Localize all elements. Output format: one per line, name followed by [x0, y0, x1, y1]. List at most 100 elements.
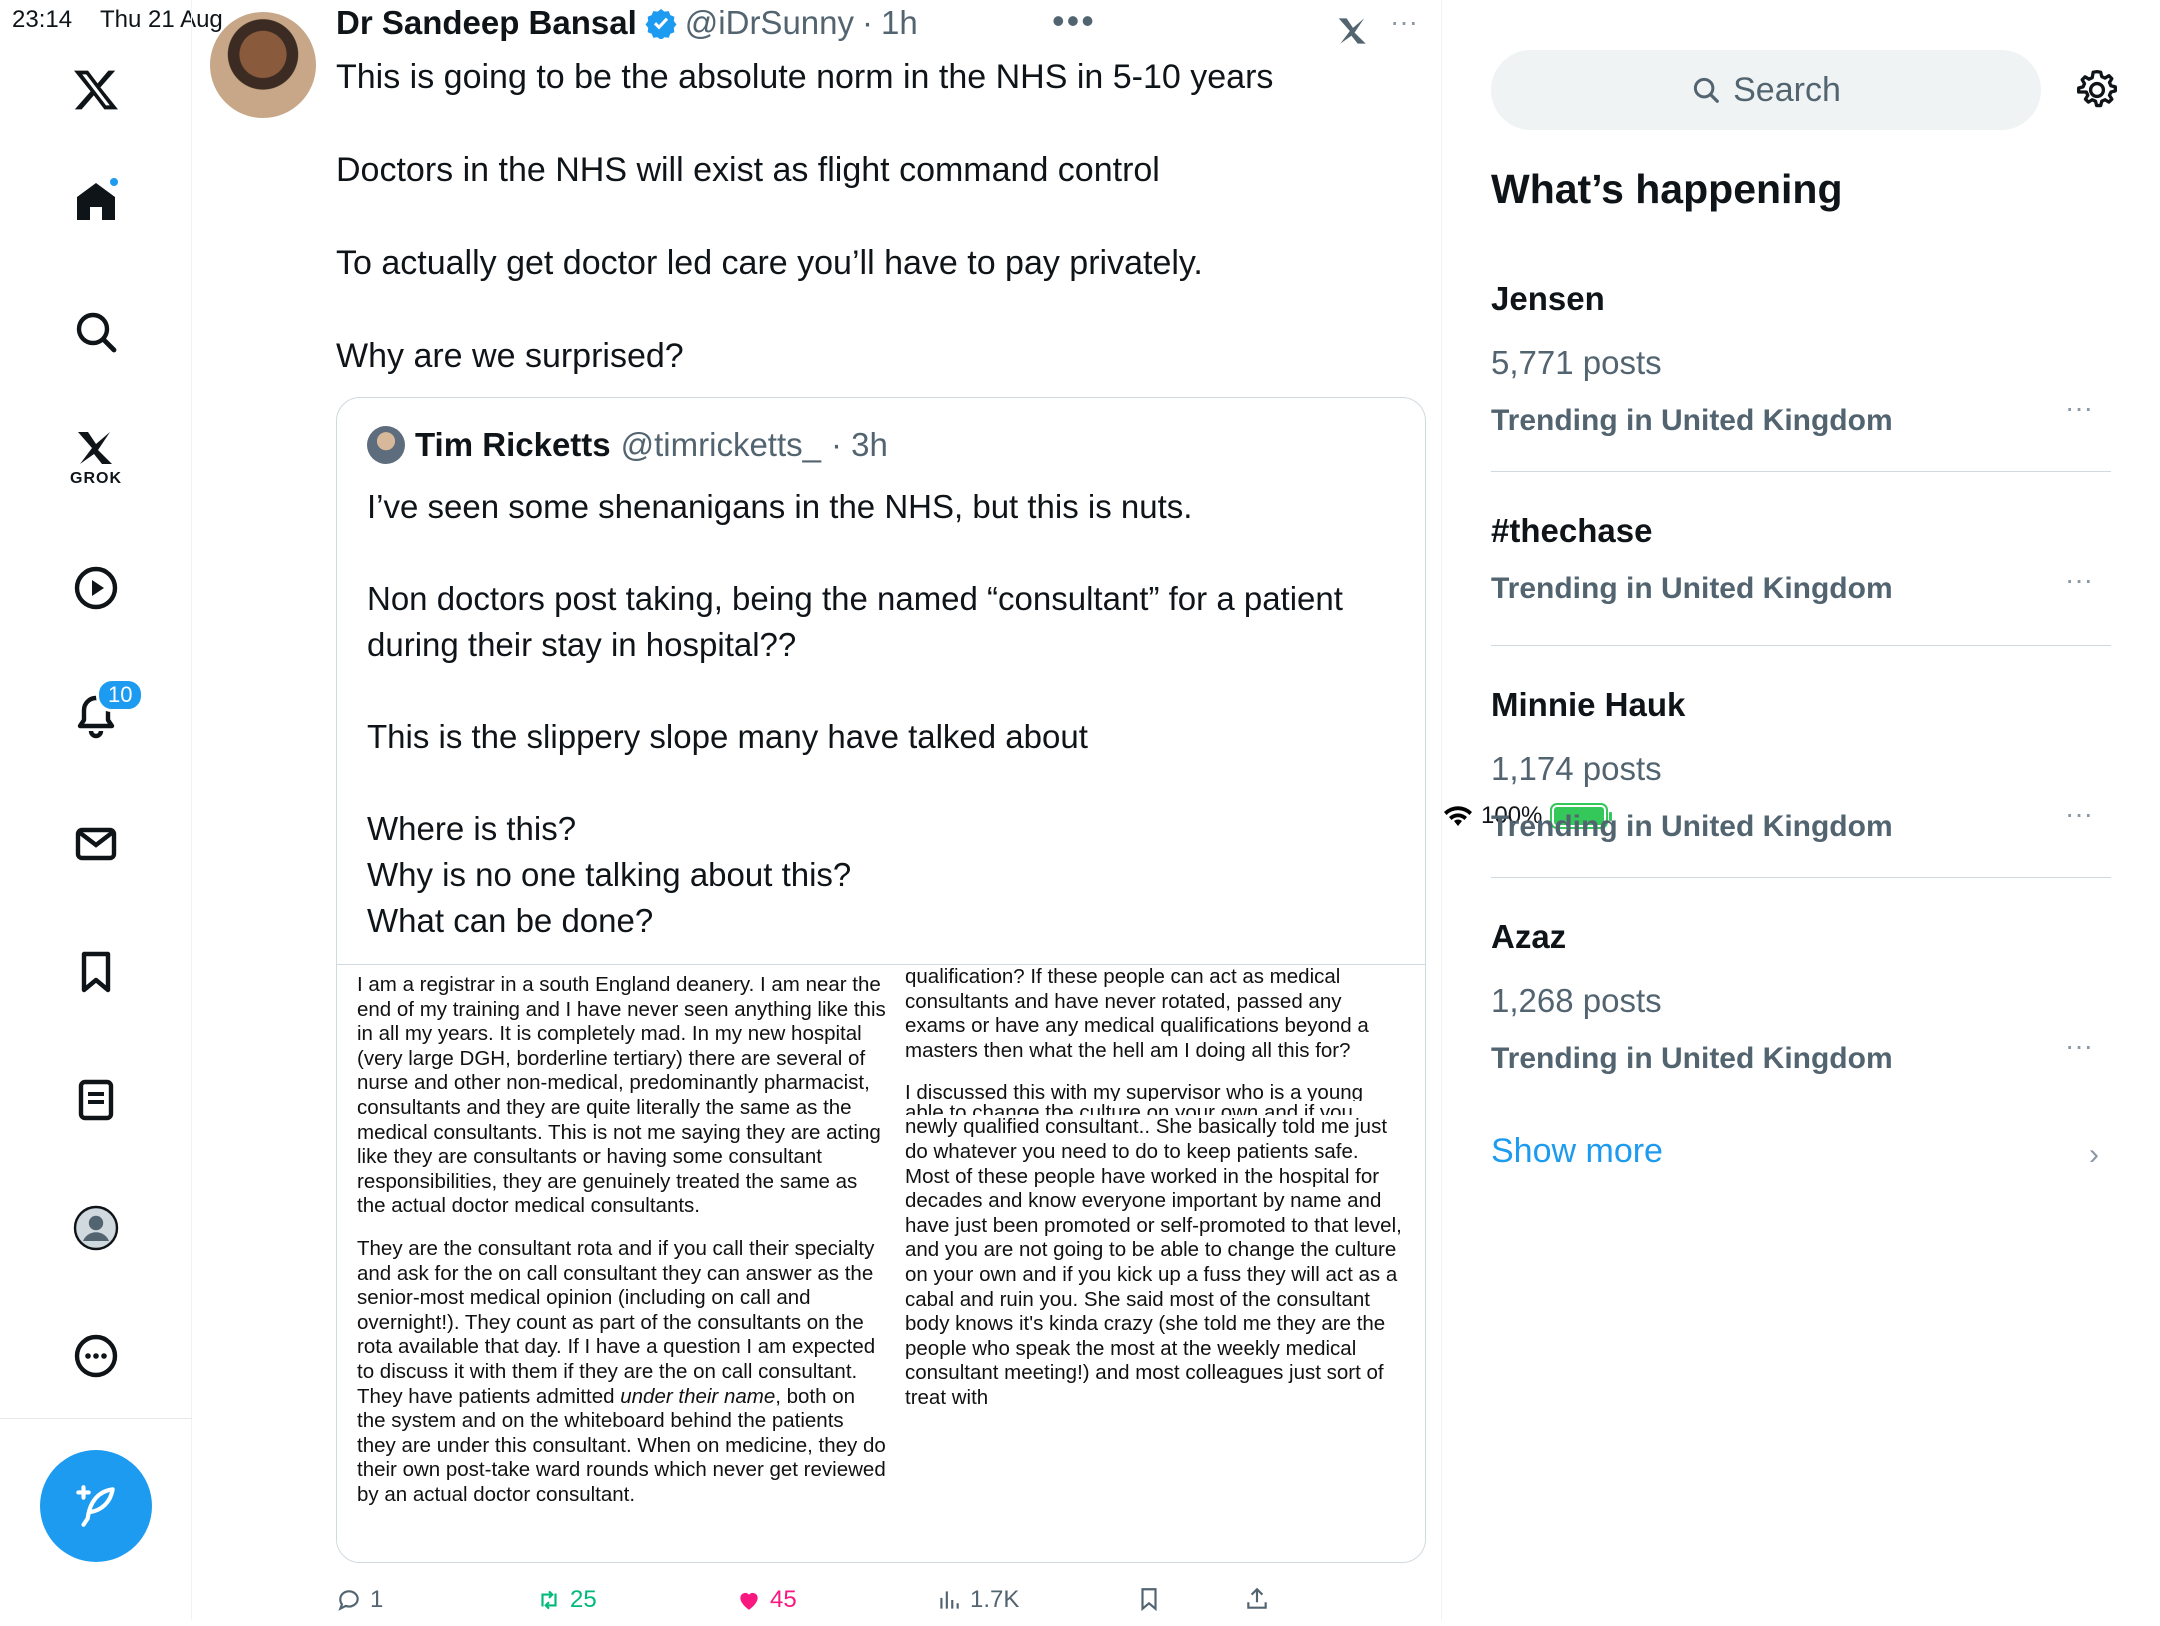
- quote-author-avatar: [367, 426, 405, 464]
- quote-line: Non doctors post taking, being the named…: [367, 580, 1343, 663]
- post-more-icon[interactable]: ···: [1390, 6, 1418, 38]
- share-icon: [1247, 1587, 1267, 1609]
- lists-icon[interactable]: [60, 1064, 132, 1136]
- document-column-left: I am a registrar in a south England dean…: [357, 973, 887, 1525]
- views-button[interactable]: 1.7K: [936, 1586, 1019, 1614]
- tweet-paragraph: To actually get doctor led care you’ll h…: [336, 244, 1203, 282]
- repost-icon: [541, 1590, 557, 1610]
- explore-search-icon[interactable]: [60, 296, 132, 368]
- quote-line: Where is this?: [367, 810, 577, 847]
- quote-author-handle: @timricketts_: [620, 426, 821, 463]
- trend-title: #thechase: [1491, 512, 1653, 549]
- bookmark-icon: [1141, 1588, 1157, 1612]
- document-paragraph: qualification? If these people can act a…: [905, 965, 1369, 1062]
- settings-gear-icon[interactable]: [2075, 68, 2119, 112]
- post-time: 1h: [881, 4, 918, 41]
- notifications-bell-icon[interactable]: 10: [60, 678, 145, 752]
- repost-button[interactable]: 25: [536, 1586, 597, 1614]
- x-logo-icon[interactable]: [60, 54, 132, 126]
- compose-feather-icon: [76, 1485, 115, 1527]
- views-chart-icon: [940, 1591, 959, 1609]
- trend-meta: Trending in United Kingdom: [1491, 572, 1893, 605]
- quote-author-line: Tim Ricketts @timricketts_ · 3h: [367, 426, 888, 464]
- heart-icon: [740, 1592, 758, 1610]
- trend-item[interactable]: Minnie Hauk 1,174 posts Trending in Unit…: [1491, 686, 2111, 878]
- grok-explain-icon[interactable]: [1334, 12, 1372, 50]
- bookmarks-icon[interactable]: [60, 936, 132, 1008]
- like-count: 45: [770, 1586, 797, 1613]
- trend-more-icon[interactable]: ···: [2065, 564, 2093, 596]
- trend-item[interactable]: Jensen 5,771 posts Trending in United Ki…: [1491, 280, 2111, 472]
- bookmark-button[interactable]: [1136, 1586, 1162, 1612]
- tweet-body: This is going to be the absolute norm in…: [336, 54, 1416, 426]
- document-column-right: qualification? If these people can act a…: [905, 965, 1405, 1429]
- reply-button[interactable]: 1: [336, 1586, 383, 1614]
- tweet-paragraph: Why are we surprised?: [336, 337, 684, 375]
- search-placeholder: Search: [1733, 70, 1841, 109]
- reply-icon: [338, 1590, 359, 1611]
- trend-more-icon[interactable]: ···: [2065, 392, 2093, 424]
- tweet-paragraph: Doctors in the NHS will exist as flight …: [336, 151, 1160, 189]
- search-input[interactable]: Search: [1491, 50, 2041, 130]
- trend-posts: 1,268 posts: [1491, 982, 1662, 1019]
- reply-count: 1: [370, 1586, 384, 1613]
- document-paragraph: I discussed this with my supervisor who …: [905, 1081, 1364, 1102]
- post-actions-bar: 1 25 45 1.7K: [336, 1580, 1436, 1620]
- document-paragraph: newly qualified consultant.. She basical…: [905, 1115, 1402, 1409]
- share-button[interactable]: [1244, 1586, 1270, 1612]
- quote-author-name: Tim Ricketts: [415, 426, 611, 463]
- quote-line: What can be done?: [367, 902, 654, 939]
- main-column: Dr Sandeep Bansal @iDrSunny · 1h ••• ···…: [192, 0, 1442, 1620]
- trend-title: Azaz: [1491, 918, 1567, 955]
- trend-more-icon[interactable]: ···: [2065, 1030, 2093, 1062]
- document-cut-line: able to change the culture on your own a…: [905, 1101, 1353, 1116]
- trend-item[interactable]: #thechase Trending in United Kingdom ···: [1491, 512, 2111, 646]
- tweet-author-line: Dr Sandeep Bansal @iDrSunny · 1h: [336, 4, 918, 42]
- window-drag-handle-icon[interactable]: •••: [1052, 0, 1096, 42]
- author-handle[interactable]: @iDrSunny: [685, 4, 854, 42]
- quote-line: Why is no one talking about this?: [367, 856, 852, 893]
- trend-posts: 5,771 posts: [1491, 344, 1662, 381]
- quoted-post[interactable]: Tim Ricketts @timricketts_ · 3h I’ve see…: [336, 397, 1426, 1563]
- whats-happening-title: What’s happening: [1491, 166, 1843, 212]
- profile-avatar-icon[interactable]: [60, 1192, 132, 1264]
- quote-attached-image[interactable]: I am a registrar in a south England dean…: [337, 964, 1425, 1562]
- messages-envelope-icon[interactable]: [60, 808, 132, 880]
- trend-item[interactable]: Azaz 1,268 posts Trending in United King…: [1491, 918, 2111, 1094]
- more-options-icon[interactable]: [60, 1320, 132, 1392]
- post-separator: ·: [862, 4, 874, 41]
- right-panel: Search What’s happening Jensen 5,771 pos…: [1443, 0, 2160, 1620]
- author-avatar[interactable]: [210, 12, 316, 118]
- verified-badge-icon: [645, 9, 677, 39]
- document-paragraph: They are the consultant rota and if you …: [357, 1236, 886, 1506]
- trend-meta: Trending in United Kingdom: [1491, 1042, 1893, 1075]
- document-paragraph: I am a registrar in a south England dean…: [357, 973, 886, 1218]
- quote-time: · 3h: [831, 426, 888, 463]
- like-button[interactable]: 45: [736, 1586, 797, 1614]
- home-unread-dot: [108, 176, 120, 188]
- video-play-icon[interactable]: [60, 552, 132, 624]
- search-icon: [1694, 77, 1719, 103]
- sidebar-divider: [0, 1418, 192, 1419]
- grok-label: GROK: [70, 470, 122, 487]
- chevron-right-icon: ›: [2089, 1138, 2099, 1171]
- left-sidebar: GROK 10: [0, 0, 192, 1620]
- quote-line: I’ve seen some shenanigans in the NHS, b…: [367, 488, 1193, 525]
- quote-line: This is the slippery slope many have tal…: [367, 718, 1088, 755]
- show-more-link[interactable]: Show more: [1491, 1132, 1663, 1171]
- author-name[interactable]: Dr Sandeep Bansal: [336, 4, 637, 42]
- tweet-paragraph: This is going to be the absolute norm in…: [336, 58, 1274, 96]
- trend-title: Jensen: [1491, 280, 1605, 317]
- trend-meta: Trending in United Kingdom: [1491, 810, 1893, 843]
- notifications-badge: 10: [96, 678, 145, 712]
- compose-post-button[interactable]: [40, 1450, 152, 1562]
- trend-posts: 1,174 posts: [1491, 750, 1662, 787]
- home-icon[interactable]: [60, 166, 132, 238]
- repost-count: 25: [570, 1586, 597, 1613]
- trend-title: Minnie Hauk: [1491, 686, 1686, 723]
- trend-more-icon[interactable]: ···: [2065, 798, 2093, 830]
- quote-body: I’ve seen some shenanigans in the NHS, b…: [367, 484, 1397, 944]
- trend-meta: Trending in United Kingdom: [1491, 404, 1893, 437]
- views-count: 1.7K: [970, 1586, 1020, 1613]
- grok-icon[interactable]: GROK: [60, 420, 132, 492]
